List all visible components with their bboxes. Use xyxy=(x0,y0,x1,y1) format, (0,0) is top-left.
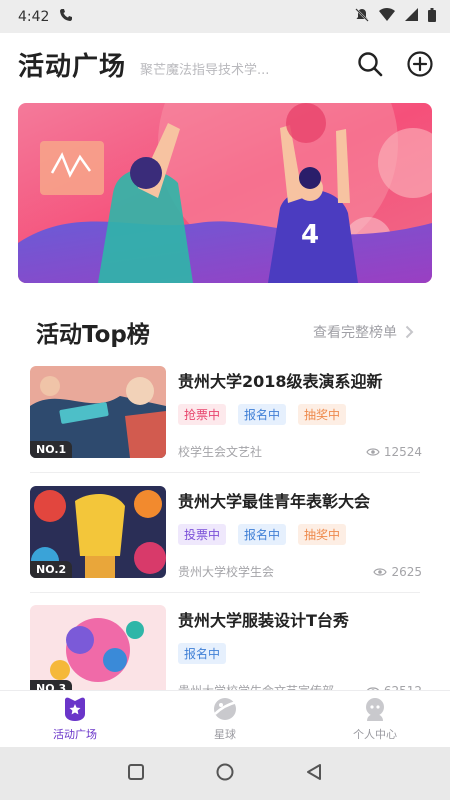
page-title: 活动广场 xyxy=(18,51,127,82)
tab-label: 个人中心 xyxy=(353,728,397,741)
battery-icon xyxy=(428,7,436,26)
status-badge: 报名中 xyxy=(238,524,287,545)
activity-star-icon xyxy=(65,697,85,721)
event-thumbnail: NO.3 xyxy=(30,605,166,690)
event-meta: 校学生会文艺社 12524 xyxy=(178,443,422,460)
event-tags: 抢票中 报名中 抽奖中 xyxy=(178,404,422,425)
event-title: 贵州大学最佳青年表彰大会 xyxy=(178,492,371,511)
rank-badge: NO.2 xyxy=(30,561,73,578)
recent-apps-button[interactable] xyxy=(127,763,145,785)
list-item[interactable]: NO.2 贵州大学最佳青年表彰大会 投票中 报名中 抽奖中 贵州大学校学生会 2… xyxy=(30,486,422,582)
search-button[interactable] xyxy=(356,50,384,78)
event-title: 贵州大学服装设计T台秀 xyxy=(178,611,349,630)
tab-activity-square[interactable]: 活动广场 xyxy=(0,691,150,747)
section-header: 活动Top榜 查看完整榜单 xyxy=(18,300,432,364)
event-meta: 贵州大学校学生会文艺宣传部 62512 xyxy=(178,682,422,690)
status-time: 4:42 xyxy=(18,8,50,25)
event-image xyxy=(30,605,166,690)
planet-icon xyxy=(214,698,238,720)
divider xyxy=(30,472,420,473)
status-badge: 投票中 xyxy=(178,524,227,545)
event-info: 贵州大学2018级表演系迎新 抢票中 报名中 抽奖中 校学生会文艺社 12524 xyxy=(178,366,422,462)
event-thumbnail: NO.2 xyxy=(30,486,166,578)
top-list-card: 活动Top榜 查看完整榜单 NO.1 贵州大学2018级表演系迎新 抢票中 报名… xyxy=(18,300,432,690)
search-icon xyxy=(358,52,383,77)
eye-icon xyxy=(373,567,388,576)
rank-badge: NO.1 xyxy=(30,441,73,458)
square-icon xyxy=(128,763,144,780)
view-count: 12524 xyxy=(366,443,422,460)
view-full-list-label: 查看完整榜单 xyxy=(313,325,397,341)
status-bar: 4:42 xyxy=(0,0,450,33)
back-button[interactable] xyxy=(305,763,323,785)
view-count: 2625 xyxy=(373,563,422,580)
tab-label: 活动广场 xyxy=(53,728,97,741)
profile-icon xyxy=(366,698,384,721)
event-organizer: 贵州大学校学生会 xyxy=(178,565,275,579)
promo-banner[interactable]: 4 xyxy=(18,103,432,283)
event-tags: 报名中 xyxy=(178,643,422,664)
event-organizer: 贵州大学校学生会文艺宣传部 xyxy=(178,682,334,690)
rank-badge: NO.3 xyxy=(30,680,73,690)
wifi-icon xyxy=(379,8,395,25)
add-button[interactable] xyxy=(406,50,434,78)
chevron-right-icon xyxy=(405,325,414,339)
wifi-call-icon xyxy=(59,8,73,26)
signal-icon xyxy=(405,8,418,25)
status-badge: 抢票中 xyxy=(178,404,227,425)
status-badge: 抽奖中 xyxy=(298,404,347,425)
system-nav-bar xyxy=(0,747,450,800)
mute-icon xyxy=(355,7,369,26)
event-tags: 投票中 报名中 抽奖中 xyxy=(178,524,422,545)
banner-illustration: 4 xyxy=(18,103,432,283)
app-header: 活动广场 聚芒魔法指导技术学... xyxy=(0,33,450,95)
status-badge: 报名中 xyxy=(238,404,287,425)
divider xyxy=(30,592,420,593)
view-count-value: 12524 xyxy=(383,444,422,459)
event-info: 贵州大学最佳青年表彰大会 投票中 报名中 抽奖中 贵州大学校学生会 2625 xyxy=(178,486,422,582)
view-full-list-link[interactable]: 查看完整榜单 xyxy=(313,322,414,342)
section-title: 活动Top榜 xyxy=(36,322,150,348)
status-badge: 报名中 xyxy=(178,643,227,664)
bottom-tab-bar: 活动广场 星球 个人中心 xyxy=(0,690,450,747)
tab-profile[interactable]: 个人中心 xyxy=(300,691,450,747)
plus-circle-icon xyxy=(407,51,433,77)
tab-label: 星球 xyxy=(214,728,236,741)
event-thumbnail: NO.1 xyxy=(30,366,166,458)
event-organizer: 校学生会文艺社 xyxy=(178,445,263,459)
status-badge: 抽奖中 xyxy=(298,524,347,545)
view-count-value: 2625 xyxy=(391,564,422,579)
tab-planet[interactable]: 星球 xyxy=(150,691,300,747)
view-count: 62512 xyxy=(366,682,422,690)
event-meta: 贵州大学校学生会 2625 xyxy=(178,563,422,580)
svg-text:4: 4 xyxy=(301,220,319,250)
home-button[interactable] xyxy=(215,762,235,786)
event-info: 贵州大学服装设计T台秀 报名中 贵州大学校学生会文艺宣传部 62512 xyxy=(178,605,422,690)
eye-icon xyxy=(366,447,380,456)
page-subtitle: 聚芒魔法指导技术学... xyxy=(140,62,270,78)
event-title: 贵州大学2018级表演系迎新 xyxy=(178,372,383,391)
circle-icon xyxy=(216,763,234,780)
list-item[interactable]: NO.3 贵州大学服装设计T台秀 报名中 贵州大学校学生会文艺宣传部 62512 xyxy=(30,605,422,690)
list-item[interactable]: NO.1 贵州大学2018级表演系迎新 抢票中 报名中 抽奖中 校学生会文艺社 … xyxy=(30,366,422,462)
back-triangle-icon xyxy=(307,763,321,780)
